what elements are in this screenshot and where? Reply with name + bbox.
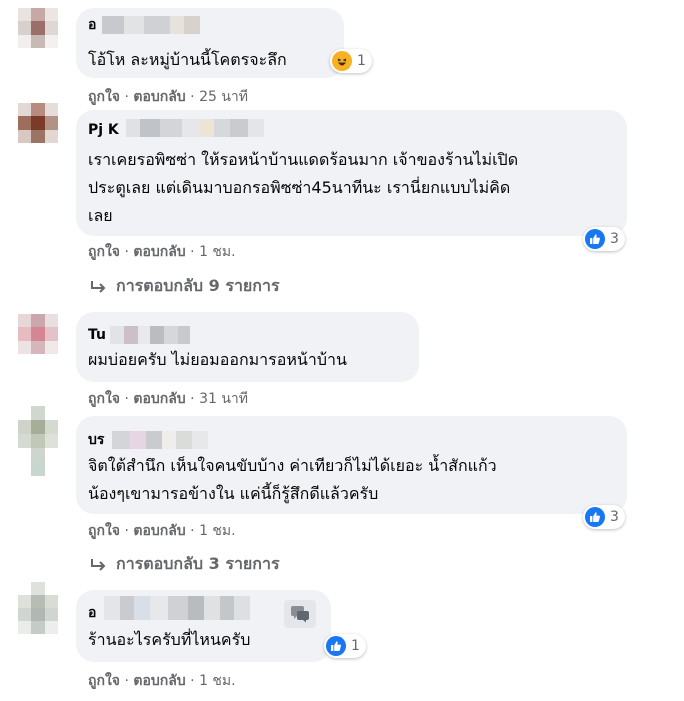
comment-text: ร้านอะไรครับที่ไหนครับ — [88, 630, 251, 649]
redacted-name — [110, 326, 190, 344]
comment-text: ผมบ่อยครับ ไม่ยอมออกมารอหน้าบ้าน — [88, 350, 347, 369]
comment-text: โอ้โห ละหมู่บ้านนี้โคตรจะลึก — [88, 50, 287, 69]
commenter-name[interactable]: บร — [88, 431, 104, 449]
reply-link[interactable]: ตอบกลับ — [133, 523, 185, 539]
comment-text: เราเคยรอพิซซ่า ให้รอหน้าบ้านแดดร้อนมาก เ… — [88, 150, 519, 225]
commenter-name[interactable]: อ — [88, 604, 96, 622]
comment-actions: ถูกใจ · ตอบกลับ · 1 ชม. — [88, 670, 236, 692]
avatar[interactable] — [18, 314, 58, 354]
commenter-name[interactable]: Pj K — [88, 121, 119, 139]
separator: · — [124, 523, 129, 539]
comment-text: จิตใต้สำนึก เห็นใจคนขับบ้าง ค่าเทียวก็ไม… — [88, 456, 497, 503]
reply-link[interactable]: ตอบกลับ — [133, 89, 185, 105]
reply-link[interactable]: ตอบกลับ — [133, 673, 185, 689]
like-link[interactable]: ถูกใจ — [88, 673, 120, 689]
reply-arrow-icon — [91, 558, 106, 571]
commenter-name[interactable]: อ — [88, 16, 96, 34]
separator: · — [190, 89, 195, 105]
like-icon — [585, 507, 605, 527]
commenter-name[interactable]: Tu — [88, 326, 106, 344]
separator: · — [124, 391, 129, 407]
avatar[interactable] — [18, 406, 58, 476]
view-replies-link[interactable]: การตอบกลับ 9 รายการ — [90, 274, 280, 299]
separator: · — [124, 244, 129, 260]
reaction-count[interactable]: 3 — [583, 227, 625, 251]
separator: · — [190, 523, 195, 539]
separator: · — [190, 244, 195, 260]
like-icon — [326, 636, 346, 656]
avatar[interactable] — [18, 582, 58, 634]
like-link[interactable]: ถูกใจ — [88, 391, 120, 407]
comment-actions: ถูกใจ · ตอบกลับ · 31 นาที — [88, 388, 248, 410]
timestamp[interactable]: 1 ชม. — [199, 523, 236, 539]
avatar[interactable] — [18, 103, 58, 143]
redacted-name — [112, 431, 208, 449]
reply-link[interactable]: ตอบกลับ — [133, 391, 185, 407]
separator: · — [190, 673, 195, 689]
reply-arrow-icon — [91, 280, 106, 293]
avatar[interactable] — [18, 8, 58, 48]
timestamp[interactable]: 1 ชม. — [199, 673, 236, 689]
comment-actions: ถูกใจ · ตอบกลับ · 1 ชม. — [88, 520, 236, 542]
like-link[interactable]: ถูกใจ — [88, 89, 120, 105]
timestamp[interactable]: 25 นาที — [199, 89, 248, 105]
like-link[interactable]: ถูกใจ — [88, 523, 120, 539]
reaction-count[interactable]: 1 — [324, 634, 366, 658]
reaction-count[interactable]: 1 — [330, 49, 372, 73]
redacted-name — [104, 596, 250, 620]
timestamp[interactable]: 31 นาที — [199, 391, 248, 407]
like-link[interactable]: ถูกใจ — [88, 244, 120, 260]
redacted-name — [126, 119, 264, 137]
haha-icon — [332, 51, 352, 71]
reaction-count[interactable]: 3 — [583, 505, 625, 529]
view-replies-link[interactable]: การตอบกลับ 3 รายการ — [90, 552, 280, 577]
comment-actions: ถูกใจ · ตอบกลับ · 1 ชม. — [88, 241, 236, 263]
separator: · — [124, 673, 129, 689]
separator: · — [124, 89, 129, 105]
send-message-icon[interactable] — [284, 600, 316, 628]
timestamp[interactable]: 1 ชม. — [199, 244, 236, 260]
like-icon — [585, 229, 605, 249]
comment-actions: ถูกใจ · ตอบกลับ · 25 นาที — [88, 86, 248, 108]
separator: · — [190, 391, 195, 407]
reply-link[interactable]: ตอบกลับ — [133, 244, 185, 260]
redacted-name — [102, 16, 200, 34]
